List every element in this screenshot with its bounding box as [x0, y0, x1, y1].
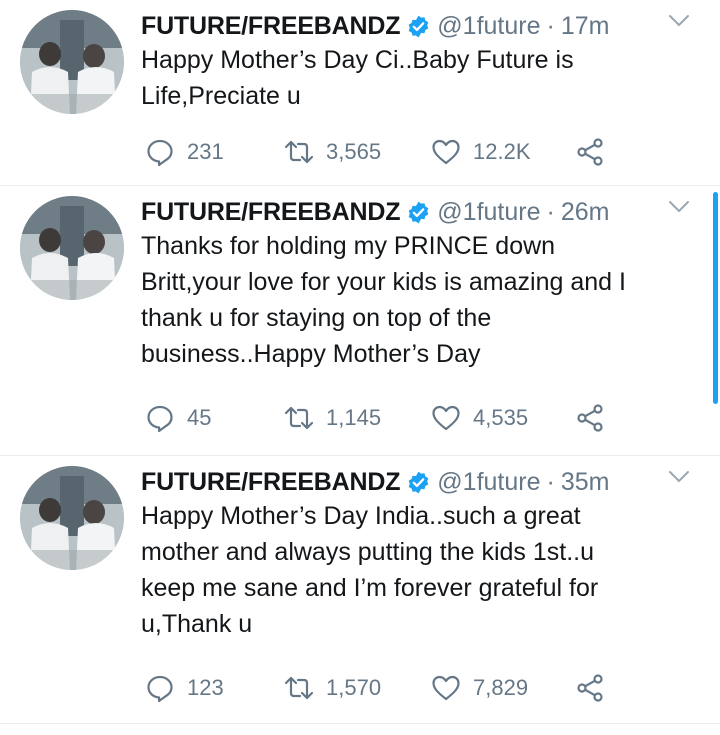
tweet[interactable]: FUTURE/FREEBANDZ @1future · 35m Happy Mo… — [0, 456, 720, 724]
reply-count: 123 — [187, 675, 224, 700]
tweet-text-line: keep me sane and I’m forever grateful fo… — [141, 574, 599, 602]
separator-dot: · — [546, 11, 555, 40]
retweet-icon — [284, 140, 314, 164]
timestamp[interactable]: 17m — [561, 12, 610, 41]
tweet-actions: 231 3,565 12.2K — [141, 132, 641, 172]
reply-count: 231 — [187, 139, 224, 164]
handle[interactable]: @1future — [437, 468, 540, 497]
avatar[interactable] — [20, 466, 124, 570]
like-count: 12.2K — [473, 139, 531, 164]
scrollbar[interactable] — [713, 192, 718, 404]
display-name[interactable]: FUTURE/FREEBANDZ — [141, 198, 400, 227]
tweet-text-line: Life,Preciate u — [141, 82, 301, 110]
tweet-text-line: Britt,your love for your kids is amazing… — [141, 268, 626, 296]
retweet-icon — [284, 676, 314, 700]
tweet-header: FUTURE/FREEBANDZ @1future · 35m — [141, 462, 661, 502]
retweet-count: 1,145 — [326, 405, 382, 430]
reply-count: 45 — [187, 405, 212, 430]
share-button[interactable] — [575, 668, 605, 708]
verified-badge-icon — [409, 15, 429, 37]
like-count: 4,535 — [473, 405, 529, 430]
retweet-button[interactable]: 1,145 — [284, 398, 381, 438]
handle[interactable]: @1future — [437, 198, 540, 227]
display-name[interactable]: FUTURE/FREEBANDZ — [141, 12, 400, 41]
like-count: 7,829 — [473, 675, 529, 700]
reply-icon — [147, 139, 173, 167]
tweet-text-line: thank u for staying on top of the — [141, 304, 492, 332]
verified-badge-icon — [409, 471, 429, 493]
tweet-text: Happy Mother’s Day Ci..Baby Future is Li… — [141, 42, 701, 114]
share-button[interactable] — [575, 398, 605, 438]
chevron-down-icon[interactable] — [668, 14, 690, 28]
display-name[interactable]: FUTURE/FREEBANDZ — [141, 468, 400, 497]
reply-icon — [147, 675, 173, 703]
reply-button[interactable]: 231 — [145, 132, 224, 172]
handle[interactable]: @1future — [437, 12, 540, 41]
reply-icon — [147, 405, 173, 433]
tweet[interactable]: FUTURE/FREEBANDZ @1future · 17m Happy Mo… — [0, 0, 720, 186]
heart-icon — [432, 405, 460, 431]
retweet-button[interactable]: 3,565 — [284, 132, 381, 172]
tweet-text-line: Happy Mother’s Day India..such a great — [141, 502, 581, 530]
tweet-text-line: u,Thank u — [141, 610, 253, 638]
tweet-actions: 123 1,570 7,829 — [141, 668, 641, 708]
tweet-feed: FUTURE/FREEBANDZ @1future · 17m Happy Mo… — [0, 0, 720, 735]
share-button[interactable] — [575, 132, 605, 172]
retweet-count: 1,570 — [326, 675, 382, 700]
separator-dot: · — [546, 467, 555, 496]
tweet-text-line: Thanks for holding my PRINCE down — [141, 232, 556, 260]
avatar[interactable] — [20, 196, 124, 300]
reply-button[interactable]: 45 — [145, 398, 211, 438]
tweet-header: FUTURE/FREEBANDZ @1future · 17m — [141, 6, 661, 46]
retweet-button[interactable]: 1,570 — [284, 668, 381, 708]
share-icon — [577, 404, 603, 432]
like-button[interactable]: 12.2K — [431, 132, 531, 172]
retweet-icon — [284, 406, 314, 430]
like-button[interactable]: 4,535 — [431, 398, 528, 438]
timestamp[interactable]: 26m — [561, 198, 610, 227]
heart-icon — [432, 139, 460, 165]
tweet-actions: 45 1,145 4,535 — [141, 398, 641, 438]
heart-icon — [432, 675, 460, 701]
reply-button[interactable]: 123 — [145, 668, 224, 708]
tweet-text-line: Happy Mother’s Day Ci..Baby Future is — [141, 46, 574, 74]
timestamp[interactable]: 35m — [561, 468, 610, 497]
verified-badge-icon — [409, 201, 429, 223]
retweet-count: 3,565 — [326, 139, 382, 164]
tweet-text: Happy Mother’s Day India..such a great m… — [141, 498, 701, 642]
avatar[interactable] — [20, 10, 124, 114]
share-icon — [577, 674, 603, 702]
tweet-text: Thanks for holding my PRINCE down Britt,… — [141, 228, 701, 372]
like-button[interactable]: 7,829 — [431, 668, 528, 708]
separator-dot: · — [546, 197, 555, 226]
tweet-header: FUTURE/FREEBANDZ @1future · 26m — [141, 192, 661, 232]
tweet-text-line: business..Happy Mother’s Day — [141, 340, 481, 368]
tweet-text-line: mother and always putting the kids 1st..… — [141, 538, 595, 566]
share-icon — [577, 138, 603, 166]
chevron-down-icon[interactable] — [668, 470, 690, 484]
tweet[interactable]: FUTURE/FREEBANDZ @1future · 26m Thanks f… — [0, 186, 720, 456]
chevron-down-icon[interactable] — [668, 200, 690, 214]
